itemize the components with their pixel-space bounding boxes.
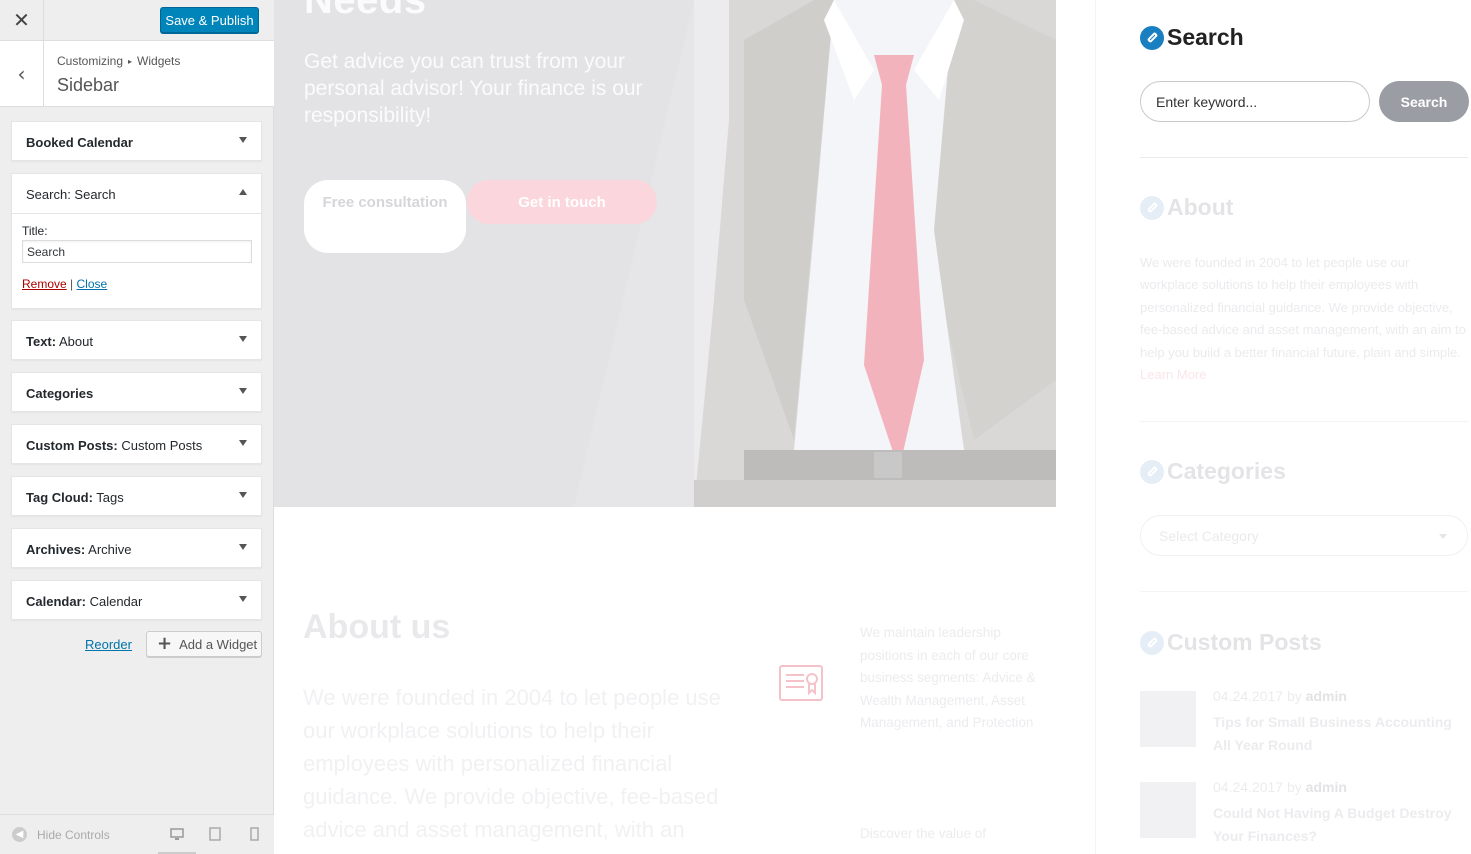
expand-arrow-icon[interactable] bbox=[239, 544, 247, 550]
divider bbox=[1140, 157, 1468, 158]
customizer-footer: ◀ Hide Controls bbox=[0, 814, 274, 854]
leadership-text: We maintain leadership positions in each… bbox=[860, 625, 1036, 730]
widget-search: Search: Search Title: Remove | Close bbox=[11, 173, 262, 309]
custom-posts-widget-heading: Custom Posts bbox=[1140, 629, 1322, 656]
widget-label: Text: About bbox=[26, 334, 93, 349]
breadcrumb: Customizing ▸ Widgets bbox=[57, 54, 180, 68]
add-widget-button[interactable]: + Add a Widget bbox=[146, 631, 262, 657]
desktop-preview-icon[interactable] bbox=[170, 827, 184, 841]
discover-text: Discover the value of bbox=[860, 826, 987, 841]
reorder-link[interactable]: Reorder bbox=[85, 637, 132, 652]
post-thumbnail bbox=[1140, 691, 1196, 747]
hero-heading: Needs bbox=[304, 0, 427, 22]
collapse-icon: ◀ bbox=[12, 827, 27, 842]
category-select[interactable]: Select Category bbox=[1140, 515, 1468, 556]
title-label: Title: bbox=[22, 224, 48, 238]
chevron-down-icon bbox=[1439, 534, 1447, 539]
widget-label: Tag Cloud: Tags bbox=[26, 490, 124, 505]
post-meta: 04.24.2017 by admin bbox=[1213, 688, 1347, 704]
get-in-touch-button[interactable]: Get in touch bbox=[467, 180, 657, 224]
add-widget-label: Add a Widget bbox=[179, 636, 258, 652]
expand-arrow-icon[interactable] bbox=[239, 388, 247, 394]
customizer-panel: ✕ Save & Publish ‹ Customizing ▸ Widgets S… bbox=[0, 0, 274, 854]
expand-arrow-icon[interactable] bbox=[239, 336, 247, 342]
widget-tag-cloud[interactable]: Tag Cloud: Tags bbox=[11, 476, 262, 516]
hero-text: Get advice you can trust from your perso… bbox=[304, 50, 643, 127]
pencil-icon bbox=[1140, 630, 1164, 655]
widget-custom-posts[interactable]: Custom Posts: Custom Posts bbox=[11, 424, 262, 464]
title-input[interactable] bbox=[22, 240, 252, 263]
post-thumbnail bbox=[1140, 782, 1196, 838]
widget-booked-calendar[interactable]: Booked Calendar bbox=[11, 121, 262, 161]
widget-categories[interactable]: Categories bbox=[11, 372, 262, 412]
search-widget-heading: Search bbox=[1140, 24, 1244, 51]
about-text: We were founded in 2004 to let people us… bbox=[303, 685, 721, 854]
close-link[interactable]: Close bbox=[77, 277, 108, 291]
widget-calendar[interactable]: Calendar: Calendar bbox=[11, 580, 262, 620]
post-title[interactable]: Tips for Small Business Accounting All Y… bbox=[1213, 711, 1470, 757]
section-title: Sidebar bbox=[57, 75, 120, 95]
plus-icon: + bbox=[157, 633, 173, 654]
widget-label: Calendar: Calendar bbox=[26, 594, 143, 609]
site-preview: Needs Get advice you can trust from your… bbox=[274, 0, 1471, 854]
remove-link[interactable]: Remove bbox=[22, 277, 67, 291]
breadcrumb-separator-icon: ▸ bbox=[128, 57, 133, 66]
free-consultation-button[interactable]: Free consultation bbox=[304, 180, 466, 253]
expand-arrow-icon[interactable] bbox=[239, 492, 247, 498]
section-header: ‹ Customizing ▸ Widgets Sidebar bbox=[0, 41, 274, 107]
post-meta: 04.24.2017 by admin bbox=[1213, 779, 1347, 795]
divider bbox=[1140, 421, 1468, 422]
widget-actions: Remove | Close bbox=[22, 277, 252, 291]
preview-sidebar: Search Enter keyword... Search About We … bbox=[1095, 0, 1471, 854]
hero-section: Needs Get advice you can trust from your… bbox=[274, 0, 1056, 507]
close-icon[interactable]: ✕ bbox=[0, 0, 44, 40]
about-heading: About us bbox=[303, 608, 451, 646]
widget-label: Archives: Archive bbox=[26, 542, 132, 557]
expand-arrow-icon[interactable] bbox=[239, 137, 247, 143]
widget-label: Booked Calendar bbox=[26, 135, 133, 150]
tablet-preview-icon[interactable] bbox=[208, 827, 222, 841]
save-publish-button[interactable]: Save & Publish bbox=[160, 7, 259, 33]
pencil-icon bbox=[1140, 195, 1164, 220]
mobile-preview-icon[interactable] bbox=[247, 827, 261, 841]
certificate-icon bbox=[779, 665, 823, 701]
widget-text-about[interactable]: Text: About bbox=[11, 320, 262, 360]
pencil-icon bbox=[1140, 25, 1164, 50]
widget-label: Search: Search bbox=[26, 187, 116, 202]
widget-archives[interactable]: Archives: Archive bbox=[11, 528, 262, 568]
pencil-icon bbox=[1140, 459, 1164, 484]
categories-widget-heading: Categories bbox=[1140, 458, 1286, 485]
search-button[interactable]: Search bbox=[1379, 81, 1469, 122]
learn-more-link[interactable]: Learn More bbox=[1140, 367, 1206, 382]
widget-search-form: Title: Remove | Close bbox=[22, 224, 252, 291]
back-icon[interactable]: ‹ bbox=[0, 41, 44, 106]
hide-controls-label: Hide Controls bbox=[37, 827, 110, 842]
widget-label: Custom Posts: Custom Posts bbox=[26, 438, 203, 453]
breadcrumb-current: Widgets bbox=[137, 54, 181, 68]
customizer-header: ✕ Save & Publish bbox=[0, 0, 274, 41]
actions-separator: | bbox=[70, 277, 74, 291]
search-input[interactable]: Enter keyword... bbox=[1140, 81, 1370, 122]
divider bbox=[1140, 591, 1468, 592]
post-title[interactable]: Could Not Having A Budget Destroy Your F… bbox=[1213, 802, 1470, 848]
expand-arrow-icon[interactable] bbox=[239, 440, 247, 446]
hide-controls-button[interactable]: ◀ Hide Controls bbox=[12, 827, 110, 842]
widget-label: Categories bbox=[26, 386, 94, 401]
collapse-arrow-icon[interactable] bbox=[239, 189, 247, 195]
expand-arrow-icon[interactable] bbox=[239, 596, 247, 602]
about-widget-heading: About bbox=[1140, 194, 1233, 221]
breadcrumb-root: Customizing bbox=[57, 54, 124, 68]
about-widget-text: We were founded in 2004 to let people us… bbox=[1140, 255, 1466, 383]
widget-search-header[interactable]: Search: Search bbox=[12, 174, 261, 214]
